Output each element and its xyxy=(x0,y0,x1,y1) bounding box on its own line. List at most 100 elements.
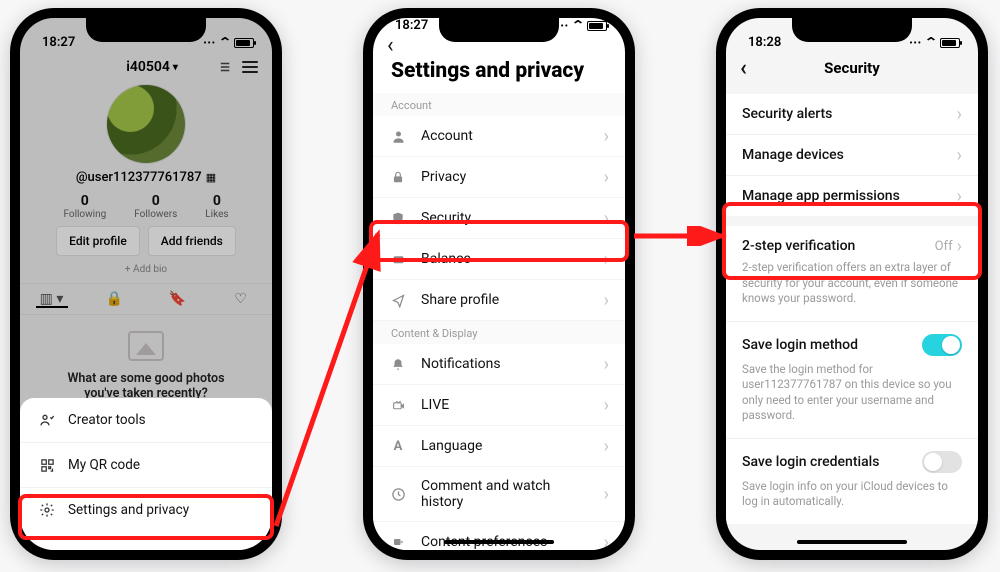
toggle-save-login-credentials[interactable] xyxy=(922,451,962,473)
page-header: ‹ Security xyxy=(726,52,978,84)
item-label: Account xyxy=(421,128,590,144)
chevron-right-icon: › xyxy=(957,110,962,119)
lock-icon xyxy=(389,168,407,186)
chevron-right-icon: › xyxy=(604,442,609,451)
item-label: Share profile xyxy=(421,292,590,308)
chevron-right-icon: › xyxy=(604,490,609,499)
item-label: LIVE xyxy=(421,397,590,413)
wallet-icon xyxy=(389,250,407,268)
share-icon xyxy=(389,291,407,309)
status-icons xyxy=(909,35,960,50)
row-description: Save login info on your iCloud devices t… xyxy=(742,479,962,510)
page-title: Settings and privacy xyxy=(373,57,625,93)
item-content-preferences[interactable]: Content preferences › xyxy=(373,522,625,550)
row-description: Save the login method for user1123777617… xyxy=(742,362,962,424)
row-save-login-credentials[interactable]: Save login credentials Save login info o… xyxy=(726,439,978,524)
chevron-right-icon: › xyxy=(957,192,962,201)
person-icon xyxy=(389,127,407,145)
live-icon xyxy=(389,396,407,414)
notch xyxy=(439,18,559,42)
wifi-icon xyxy=(220,35,230,50)
row-status: Off xyxy=(935,239,953,254)
clock-icon xyxy=(389,485,407,503)
phone-security: 18:28 ‹ Security Security alerts › Manag… xyxy=(716,8,988,560)
item-label: Privacy xyxy=(421,169,590,185)
toggle-save-login-method[interactable] xyxy=(922,334,962,356)
chevron-right-icon: › xyxy=(604,132,609,141)
gear-icon xyxy=(38,501,56,519)
row-security-alerts[interactable]: Security alerts › xyxy=(726,94,978,135)
phone-profile: 18:27 i40504 ▾ xyxy=(10,8,282,560)
home-indicator[interactable] xyxy=(444,540,554,544)
row-label: Security alerts xyxy=(742,106,947,122)
item-language[interactable]: A Language › xyxy=(373,426,625,467)
item-label: Notifications xyxy=(421,356,590,372)
row-save-login-method[interactable]: Save login method Save the login method … xyxy=(726,322,978,439)
creator-tools-icon xyxy=(38,411,56,429)
wifi-icon xyxy=(573,18,583,33)
row-two-step-verification[interactable]: 2-step verification Off › 2-step verific… xyxy=(726,226,978,322)
row-description: 2-step verification offers an extra laye… xyxy=(742,260,962,307)
item-label: Balance xyxy=(421,251,590,267)
battery-icon xyxy=(234,38,254,48)
status-bar: 18:27 xyxy=(20,18,272,52)
chevron-right-icon: › xyxy=(604,401,609,410)
sheet-creator-tools[interactable]: Creator tools xyxy=(20,398,272,443)
sheet-label: Creator tools xyxy=(68,412,146,428)
item-label: Comment and watch history xyxy=(421,478,590,510)
item-privacy[interactable]: Privacy › xyxy=(373,157,625,198)
chevron-right-icon: › xyxy=(604,360,609,369)
item-label: Language xyxy=(421,438,590,454)
sheet-qr-code[interactable]: My QR code xyxy=(20,443,272,488)
chevron-right-icon: › xyxy=(957,151,962,160)
item-account[interactable]: Account › xyxy=(373,116,625,157)
status-icons xyxy=(203,35,254,50)
item-balance[interactable]: Balance › xyxy=(373,239,625,280)
video-icon xyxy=(389,533,407,550)
signal-icon xyxy=(203,35,216,50)
phone-settings: 18:27 ‹ Settings and privacy Account Acc… xyxy=(363,8,635,560)
sheet-settings-privacy[interactable]: Settings and privacy xyxy=(20,488,272,532)
qr-code-icon xyxy=(38,456,56,474)
item-share-profile[interactable]: Share profile › xyxy=(373,280,625,321)
section-account-label: Account xyxy=(373,93,625,116)
status-time: 18:27 xyxy=(42,35,75,50)
status-time: 18:28 xyxy=(748,35,781,50)
shield-icon xyxy=(389,209,407,227)
row-label: Save login method xyxy=(742,337,922,353)
item-notifications[interactable]: Notifications › xyxy=(373,344,625,385)
signal-icon xyxy=(909,35,922,50)
item-comment-history[interactable]: Comment and watch history › xyxy=(373,467,625,522)
item-security[interactable]: Security › xyxy=(373,198,625,239)
back-button[interactable]: ‹ xyxy=(740,56,747,81)
chevron-right-icon: › xyxy=(957,242,962,251)
item-label: Security xyxy=(421,210,590,226)
home-indicator[interactable] xyxy=(797,540,907,544)
row-manage-app-permissions[interactable]: Manage app permissions › xyxy=(726,176,978,216)
chevron-right-icon: › xyxy=(604,538,609,547)
row-manage-devices[interactable]: Manage devices › xyxy=(726,135,978,176)
section-content-label: Content & Display xyxy=(373,321,625,344)
row-label: Save login credentials xyxy=(742,454,922,470)
status-icons xyxy=(556,18,607,33)
chevron-right-icon: › xyxy=(604,296,609,305)
item-live[interactable]: LIVE › xyxy=(373,385,625,426)
status-time: 18:27 xyxy=(395,18,428,33)
sheet-label: My QR code xyxy=(68,457,140,473)
chevron-right-icon: › xyxy=(604,255,609,264)
language-icon: A xyxy=(389,437,407,455)
bell-icon xyxy=(389,355,407,373)
row-label: 2-step verification xyxy=(742,238,935,254)
row-label: Manage devices xyxy=(742,147,947,163)
row-label: Manage app permissions xyxy=(742,188,947,204)
back-button[interactable]: ‹ xyxy=(387,35,394,57)
battery-icon xyxy=(940,38,960,48)
battery-icon xyxy=(587,21,607,31)
notch xyxy=(792,18,912,42)
chevron-right-icon: › xyxy=(604,214,609,223)
wifi-icon xyxy=(926,35,936,50)
action-sheet: Creator tools My QR code Settings and pr… xyxy=(20,398,272,550)
chevron-right-icon: › xyxy=(604,173,609,182)
page-title: Security xyxy=(824,59,880,77)
sheet-label: Settings and privacy xyxy=(68,502,189,518)
